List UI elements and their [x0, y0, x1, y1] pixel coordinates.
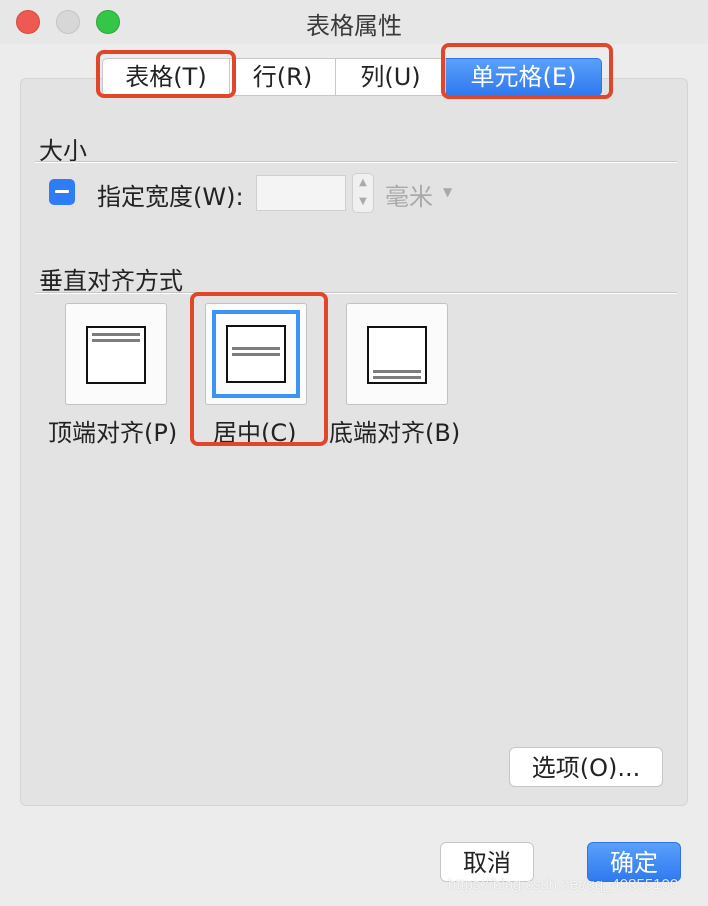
stepper-down-icon[interactable]: ▼ — [353, 193, 373, 212]
window-title: 表格属性 — [306, 12, 402, 40]
specify-width-label: 指定宽度(W): — [97, 183, 244, 211]
tab-column[interactable]: 列(U) — [336, 58, 446, 96]
align-bottom-icon — [367, 326, 427, 384]
align-top-label: 顶端对齐(P) — [48, 419, 178, 447]
watermark-text: https://blog.csdn.net/qq_40855100 — [448, 876, 679, 893]
width-input[interactable] — [256, 175, 346, 211]
align-bottom-option[interactable] — [346, 303, 448, 405]
tab-row[interactable]: 行(R) — [230, 58, 336, 96]
align-bottom-label: 底端对齐(B) — [329, 419, 461, 447]
specify-width-checkbox[interactable] — [49, 179, 75, 205]
width-stepper[interactable]: ▲ ▼ — [352, 173, 374, 213]
stepper-up-icon[interactable]: ▲ — [353, 174, 373, 193]
options-button[interactable]: 选项(O)... — [509, 747, 663, 787]
size-divider — [35, 161, 677, 163]
align-top-icon — [86, 326, 146, 384]
table-properties-dialog: 表格属性 大小 指定宽度(W): ▲ ▼ 毫米 ▼ 垂直对齐方式 顶端对齐(P)… — [0, 0, 708, 906]
tab-content-panel: 大小 指定宽度(W): ▲ ▼ 毫米 ▼ 垂直对齐方式 顶端对齐(P) 居中(C… — [20, 78, 688, 806]
valign-section-title: 垂直对齐方式 — [39, 267, 183, 295]
tab-table[interactable]: 表格(T) — [102, 58, 230, 96]
chevron-down-icon: ▼ — [443, 185, 453, 199]
align-center-label: 居中(C) — [213, 419, 297, 447]
tab-bar: 表格(T) 行(R) 列(U) 单元格(E) — [102, 58, 602, 96]
align-center-option[interactable] — [205, 303, 307, 405]
tab-cell[interactable]: 单元格(E) — [446, 58, 602, 96]
width-unit-select[interactable]: 毫米 — [385, 177, 433, 212]
align-center-icon — [226, 325, 286, 383]
align-top-option[interactable] — [65, 303, 167, 405]
valign-divider — [35, 292, 677, 294]
title-bar: 表格属性 — [0, 0, 708, 44]
